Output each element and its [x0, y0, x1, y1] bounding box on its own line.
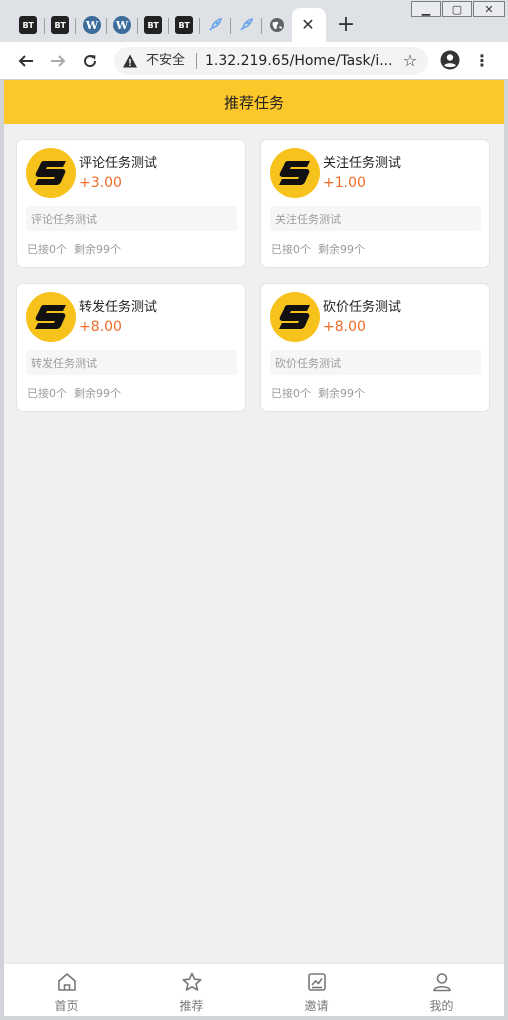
task-reward: +3.00: [79, 175, 122, 191]
s-logo-icon: [270, 292, 320, 342]
task-taken-count: 已接0个: [27, 387, 67, 400]
task-card[interactable]: 关注任务测试 +1.00 关注任务测试 已接0个 剩余99个: [260, 139, 490, 268]
browser-menu-icon[interactable]: ⋮: [474, 50, 490, 72]
bookmark-star-icon[interactable]: ☆: [400, 51, 420, 71]
tab-separator: [261, 18, 262, 34]
task-title: 转发任务测试: [79, 300, 158, 315]
rocket-icon[interactable]: [206, 16, 224, 34]
task-reward: +1.00: [323, 175, 366, 191]
url-text[interactable]: 1.32.219.65/Home/Task/i...: [205, 52, 393, 70]
task-reward: +8.00: [79, 319, 122, 335]
task-card[interactable]: 砍价任务测试 +8.00 砍价任务测试 已接0个 剩余99个: [260, 283, 490, 412]
nav-label: 首页: [54, 999, 79, 1013]
wordpress-icon[interactable]: W: [83, 16, 101, 34]
star-icon: [182, 972, 202, 991]
s-logo-icon: [26, 148, 76, 198]
s-logo-icon: [270, 148, 320, 198]
task-card[interactable]: 转发任务测试 +8.00 转发任务测试 已接0个 剩余99个: [16, 283, 246, 412]
window-border: [0, 1016, 508, 1020]
nav-item-home[interactable]: 首页: [4, 964, 129, 1016]
tab-separator: [168, 18, 169, 34]
tab-separator: [75, 18, 76, 34]
browser-tab-strip: BT BT W W BT BT ✕ + ▁ ▢ ✕: [0, 0, 508, 42]
task-description-box: 关注任务测试: [270, 206, 481, 231]
wordpress-icon[interactable]: W: [113, 16, 131, 34]
bt-icon[interactable]: BT: [19, 16, 37, 34]
task-stats: 已接0个 剩余99个: [271, 241, 365, 257]
user-icon: [433, 973, 451, 992]
task-stats: 已接0个 剩余99个: [27, 241, 121, 257]
task-reward: +8.00: [323, 319, 366, 335]
window-border: [504, 80, 508, 1020]
reload-icon[interactable]: [78, 49, 102, 73]
nav-label: 推荐: [179, 999, 204, 1013]
nav-item-recommend[interactable]: 推荐: [129, 964, 254, 1016]
invite-icon: [308, 973, 326, 991]
task-stats: 已接0个 剩余99个: [27, 385, 121, 401]
globe-icon[interactable]: [268, 16, 286, 34]
minimize-icon[interactable]: ▁: [411, 1, 441, 17]
new-tab-icon[interactable]: +: [334, 12, 358, 38]
task-remaining-count: 剩余99个: [318, 387, 365, 400]
task-card[interactable]: 评论任务测试 +3.00 评论任务测试 已接0个 剩余99个: [16, 139, 246, 268]
tab-separator: [44, 18, 45, 34]
window-border: [0, 80, 4, 1020]
address-bar: 不安全 1.32.219.65/Home/Task/i... ☆ ⋮: [0, 42, 508, 80]
bt-icon[interactable]: BT: [175, 16, 193, 34]
maximize-icon[interactable]: ▢: [442, 1, 472, 17]
forward-arrow-icon[interactable]: [46, 49, 70, 73]
s-logo-icon: [26, 292, 76, 342]
bottom-nav: 首页 推荐 邀请 我的: [4, 963, 504, 1016]
task-remaining-count: 剩余99个: [74, 243, 121, 256]
task-title: 评论任务测试: [79, 156, 158, 171]
task-title: 关注任务测试: [323, 156, 402, 171]
nav-item-mine[interactable]: 我的: [379, 964, 504, 1016]
tab-separator: [199, 18, 200, 34]
security-status: 不安全: [146, 53, 186, 68]
back-arrow-icon[interactable]: [14, 49, 38, 73]
task-taken-count: 已接0个: [271, 243, 311, 256]
window-close-icon[interactable]: ✕: [473, 1, 505, 17]
tab-separator: [230, 18, 231, 34]
task-description: 评论任务测试: [31, 213, 97, 226]
nav-item-invite[interactable]: 邀请: [254, 964, 379, 1016]
nav-label: 邀请: [304, 999, 329, 1013]
warning-icon: [123, 54, 137, 68]
tab-separator: [106, 18, 107, 34]
page-title: 推荐任务: [4, 80, 504, 124]
bt-icon[interactable]: BT: [144, 16, 162, 34]
task-description-box: 转发任务测试: [26, 350, 237, 375]
task-description-box: 评论任务测试: [26, 206, 237, 231]
task-remaining-count: 剩余99个: [74, 387, 121, 400]
omnibox[interactable]: 不安全 1.32.219.65/Home/Task/i... ☆: [114, 47, 428, 75]
rocket-icon[interactable]: [237, 16, 255, 34]
profile-icon[interactable]: [440, 50, 460, 70]
task-description: 转发任务测试: [31, 357, 97, 370]
nav-label: 我的: [429, 999, 454, 1013]
task-description: 砍价任务测试: [275, 357, 341, 370]
tab-separator: [137, 18, 138, 34]
task-description-box: 砍价任务测试: [270, 350, 481, 375]
close-tab-icon[interactable]: ✕: [298, 14, 318, 36]
home-icon: [58, 973, 76, 991]
task-remaining-count: 剩余99个: [318, 243, 365, 256]
page: 推荐任务 评论任务测试 +3.00 评论任务测试 已接0个 剩余99个 关注任务测…: [4, 80, 504, 1016]
task-stats: 已接0个 剩余99个: [271, 385, 365, 401]
bt-icon[interactable]: BT: [51, 16, 69, 34]
task-taken-count: 已接0个: [271, 387, 311, 400]
task-title: 砍价任务测试: [323, 300, 402, 315]
task-taken-count: 已接0个: [27, 243, 67, 256]
task-description: 关注任务测试: [275, 213, 341, 226]
divider: [196, 53, 197, 69]
